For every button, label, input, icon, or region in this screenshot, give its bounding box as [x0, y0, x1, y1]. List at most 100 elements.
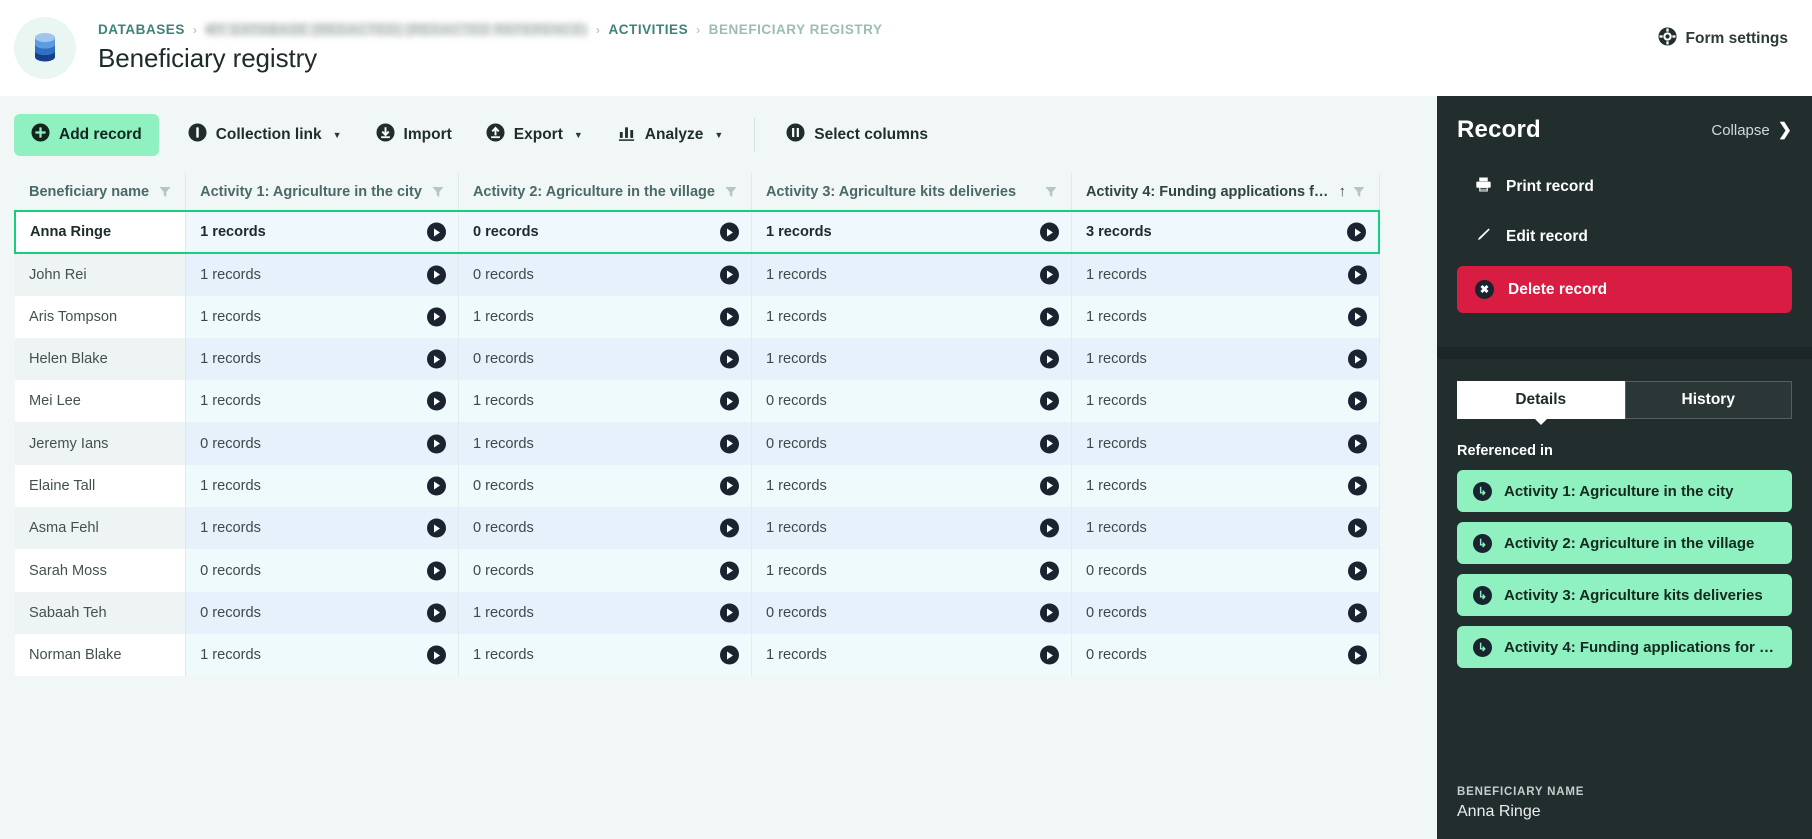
open-related-records-icon[interactable]: [1347, 265, 1367, 285]
cell-activity-2[interactable]: 0 records: [458, 464, 752, 508]
open-related-records-icon[interactable]: [426, 307, 446, 327]
cell-activity-2[interactable]: 0 records: [458, 337, 752, 381]
referenced-in-item[interactable]: ↳ Activity 2: Agriculture in the village: [1457, 522, 1792, 564]
cell-activity-4[interactable]: 1 records: [1071, 464, 1380, 508]
column-header-activity-1[interactable]: Activity 1: Agriculture in the city: [185, 173, 459, 212]
cell-activity-1[interactable]: 1 records: [185, 507, 459, 550]
table-row[interactable]: John Rei 1 records 0 records 1 records 1 rec…: [15, 253, 1380, 296]
open-related-records-icon[interactable]: [426, 603, 446, 623]
open-related-records-icon[interactable]: [719, 645, 739, 665]
cell-activity-2[interactable]: 0 records: [458, 253, 752, 296]
open-related-records-icon[interactable]: [719, 391, 739, 411]
table-row[interactable]: Mei Lee 1 records 1 records 0 records 1 reco…: [15, 380, 1380, 423]
sort-ascending-icon[interactable]: ↑: [1338, 184, 1346, 199]
open-related-records-icon[interactable]: [1347, 561, 1367, 581]
cell-beneficiary-name[interactable]: Sarah Moss: [15, 549, 187, 592]
cell-activity-1[interactable]: 1 records: [185, 464, 459, 508]
filter-icon[interactable]: [159, 186, 171, 198]
cell-beneficiary-name[interactable]: Mei Lee: [15, 380, 187, 423]
open-related-records-icon[interactable]: [1039, 561, 1059, 581]
analyze-button[interactable]: Analyze ▼: [600, 114, 741, 156]
tab-history[interactable]: History: [1624, 381, 1792, 419]
form-settings-button[interactable]: Form settings: [1657, 27, 1788, 51]
cell-beneficiary-name[interactable]: Aris Tompson: [15, 295, 187, 338]
open-related-records-icon[interactable]: [426, 476, 446, 496]
table-row[interactable]: Helen Blake 1 records 0 records 1 records 1 …: [15, 337, 1380, 381]
cell-activity-2[interactable]: 1 records: [458, 422, 752, 465]
cell-activity-1[interactable]: 0 records: [185, 549, 459, 592]
breadcrumb-item-databases[interactable]: DATABASES: [98, 22, 185, 37]
cell-activity-1[interactable]: 1 records: [185, 337, 459, 381]
records-table-container[interactable]: Beneficiary name Activity 1: Agriculture…: [0, 173, 1437, 839]
cell-activity-2[interactable]: 0 records: [458, 507, 752, 550]
cell-activity-4[interactable]: 0 records: [1071, 591, 1380, 634]
cell-activity-4[interactable]: 1 records: [1071, 295, 1380, 338]
open-related-records-icon[interactable]: [1039, 518, 1059, 538]
open-related-records-icon[interactable]: [426, 518, 446, 538]
column-header-beneficiary-name[interactable]: Beneficiary name: [15, 173, 187, 212]
open-related-records-icon[interactable]: [1347, 434, 1367, 454]
open-related-records-icon[interactable]: [1039, 391, 1059, 411]
print-record-button[interactable]: Print record: [1457, 166, 1792, 208]
cell-activity-1[interactable]: 1 records: [185, 633, 459, 677]
cell-activity-3[interactable]: 1 records: [751, 253, 1072, 296]
open-related-records-icon[interactable]: [719, 222, 739, 242]
table-row[interactable]: Asma Fehl 1 records 0 records 1 records 1 re…: [15, 507, 1380, 550]
cell-activity-4[interactable]: 0 records: [1071, 633, 1380, 677]
cell-activity-3[interactable]: 1 records: [751, 209, 1072, 255]
export-button[interactable]: Export ▼: [469, 114, 600, 156]
import-button[interactable]: Import: [359, 114, 469, 156]
referenced-in-item[interactable]: ↳ Activity 1: Agriculture in the city: [1457, 470, 1792, 512]
table-row[interactable]: Elaine Tall 1 records 0 records 1 records 1 …: [15, 464, 1380, 508]
open-related-records-icon[interactable]: [1039, 307, 1059, 327]
collapse-button[interactable]: Collapse ❯: [1711, 120, 1792, 140]
open-related-records-icon[interactable]: [426, 645, 446, 665]
table-row[interactable]: Norman Blake 1 records 1 records 1 records 0…: [15, 633, 1380, 677]
cell-activity-2[interactable]: 1 records: [458, 380, 752, 423]
cell-activity-3[interactable]: 0 records: [751, 591, 1072, 634]
open-related-records-icon[interactable]: [719, 476, 739, 496]
add-record-button[interactable]: Add record: [14, 113, 159, 156]
cell-beneficiary-name[interactable]: John Rei: [15, 253, 187, 296]
table-row[interactable]: Sarah Moss 0 records 0 records 1 records 0 r…: [15, 549, 1380, 592]
filter-icon[interactable]: [432, 186, 444, 198]
collection-link-button[interactable]: Collection link ▼: [171, 114, 359, 156]
open-related-records-icon[interactable]: [1347, 518, 1367, 538]
cell-activity-3[interactable]: 0 records: [751, 422, 1072, 465]
open-related-records-icon[interactable]: [1347, 603, 1367, 623]
cell-activity-4[interactable]: 1 records: [1071, 253, 1380, 296]
edit-record-button[interactable]: Edit record: [1457, 216, 1792, 258]
column-header-activity-2[interactable]: Activity 2: Agriculture in the village: [458, 173, 752, 212]
open-related-records-icon[interactable]: [1347, 645, 1367, 665]
open-related-records-icon[interactable]: [1039, 603, 1059, 623]
cell-activity-1[interactable]: 1 records: [185, 295, 459, 338]
filter-icon[interactable]: [1045, 186, 1057, 198]
open-related-records-icon[interactable]: [719, 434, 739, 454]
cell-activity-4[interactable]: 0 records: [1071, 549, 1380, 592]
filter-icon[interactable]: [1353, 186, 1365, 198]
select-columns-button[interactable]: Select columns: [769, 114, 945, 156]
cell-activity-1[interactable]: 1 records: [185, 253, 459, 296]
table-row[interactable]: Anna Ringe 1 records 0 records 1 records 3 r…: [14, 209, 1381, 255]
cell-activity-2[interactable]: 0 records: [458, 209, 752, 255]
cell-activity-2[interactable]: 0 records: [458, 549, 752, 592]
cell-activity-3[interactable]: 1 records: [751, 464, 1072, 508]
cell-activity-2[interactable]: 1 records: [458, 591, 752, 634]
cell-activity-3[interactable]: 1 records: [751, 295, 1072, 338]
open-related-records-icon[interactable]: [719, 603, 739, 623]
open-related-records-icon[interactable]: [426, 434, 446, 454]
cell-beneficiary-name[interactable]: Helen Blake: [15, 337, 187, 381]
open-related-records-icon[interactable]: [426, 222, 446, 242]
column-header-activity-4[interactable]: Activity 4: Funding applications f… ↑: [1071, 173, 1380, 212]
open-related-records-icon[interactable]: [1039, 265, 1059, 285]
cell-beneficiary-name[interactable]: Sabaah Teh: [15, 591, 187, 634]
open-related-records-icon[interactable]: [1347, 391, 1367, 411]
cell-activity-3[interactable]: 1 records: [751, 507, 1072, 550]
cell-activity-3[interactable]: 1 records: [751, 337, 1072, 381]
breadcrumb-item-activities[interactable]: ACTIVITIES: [608, 22, 688, 37]
open-related-records-icon[interactable]: [426, 349, 446, 369]
cell-beneficiary-name[interactable]: Jeremy Ians: [15, 422, 187, 465]
open-related-records-icon[interactable]: [1347, 476, 1367, 496]
cell-beneficiary-name[interactable]: Anna Ringe: [14, 209, 187, 255]
cell-activity-3[interactable]: 1 records: [751, 549, 1072, 592]
